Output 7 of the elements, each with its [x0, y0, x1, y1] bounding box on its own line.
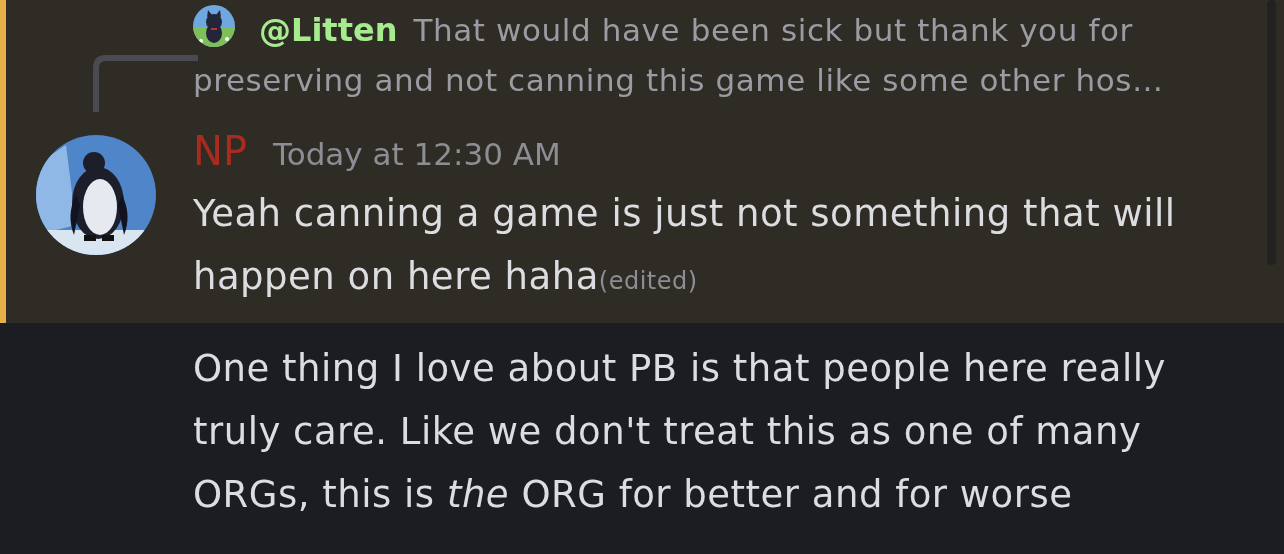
message-text: One thing I love about PB is that people here really truly care. Like we don't treat this as one of many ORGs, this is the ORG for better and for worse: [193, 346, 1167, 518]
message-text: Yeah canning a game is just not something that will happen on here haha(edited): [193, 191, 1177, 300]
reply-preview-line[interactable]: preserving and not canning this game like some other hos…: [193, 62, 1164, 98]
timestamp: Today at 12:30 AM: [273, 136, 561, 172]
reply-preview-line[interactable]: That would have been sick but thank you for: [413, 5, 1133, 55]
reply-author[interactable]: @Litten: [259, 5, 398, 55]
edited-label: (edited): [598, 267, 698, 295]
